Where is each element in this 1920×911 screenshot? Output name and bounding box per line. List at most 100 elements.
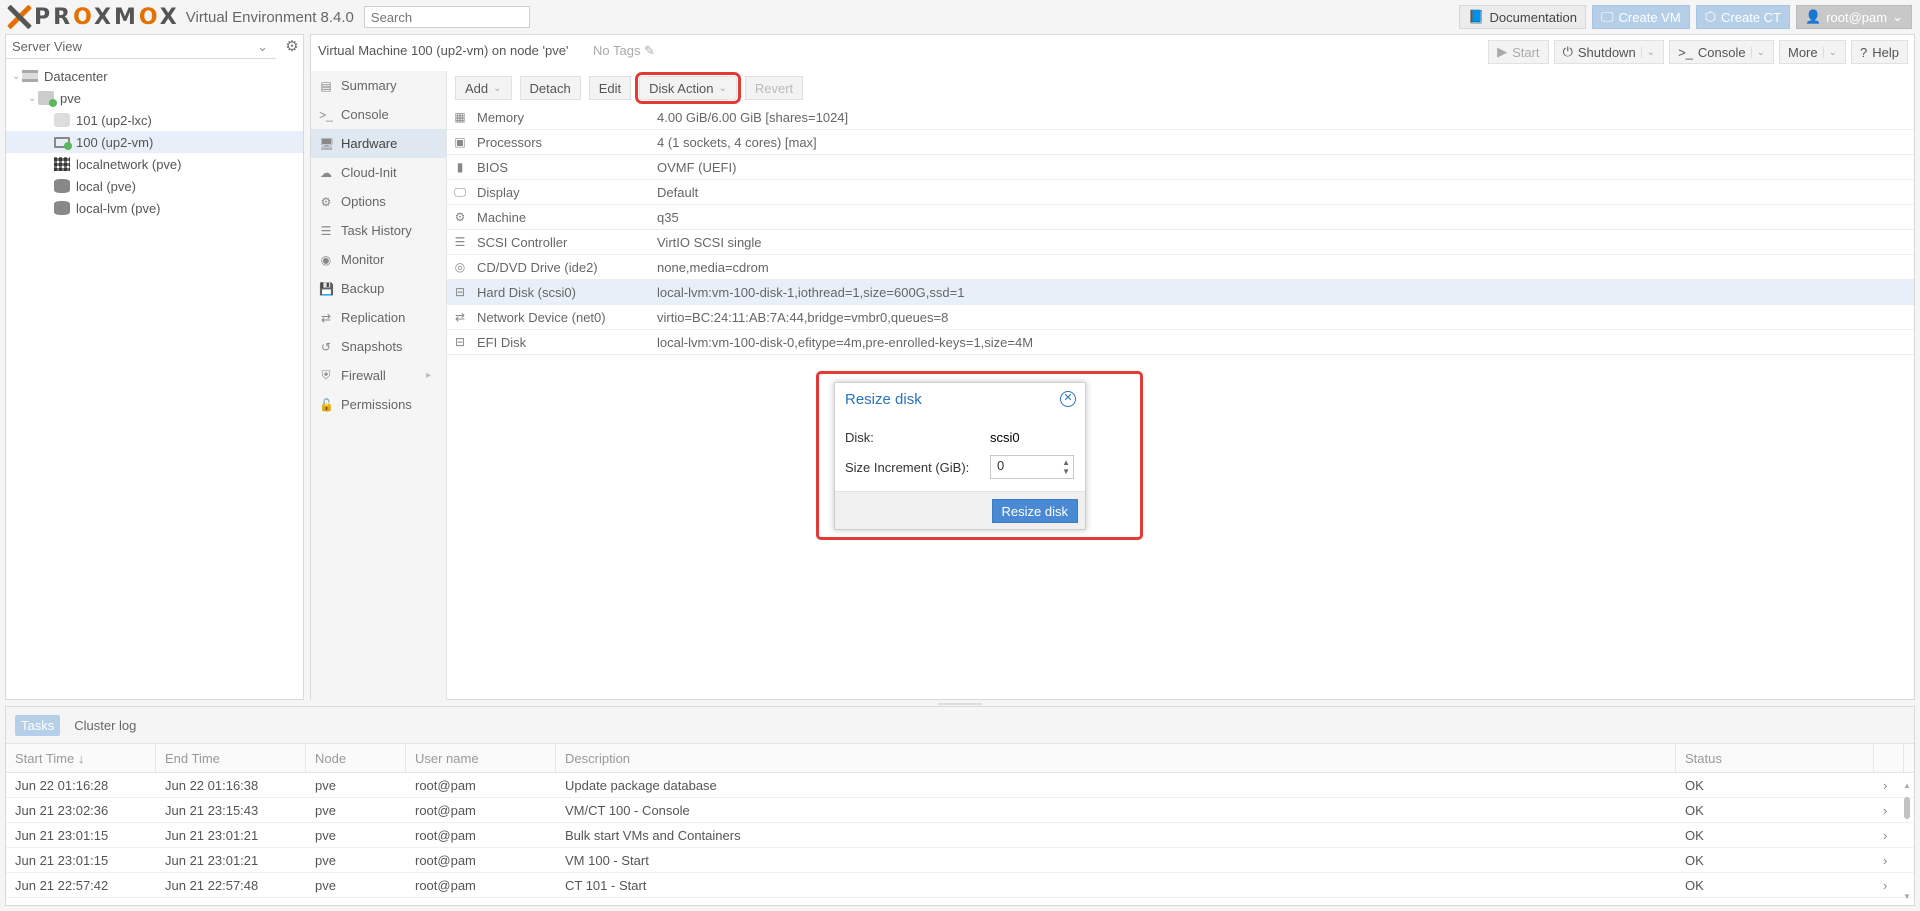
tags-editor[interactable]: No Tags ✎ [593,43,655,59]
column-header-user-name[interactable]: User name [406,743,556,773]
resize-disk-button[interactable]: Resize disk [991,499,1078,523]
hardware-row-bios[interactable]: ▮ BIOS OVMF (UEFI) [447,155,1914,180]
tree-item-storage-local[interactable]: local (pve) [6,175,303,197]
chevron-right-icon[interactable]: › [1874,853,1904,868]
hardware-row-display[interactable]: 🖵 Display Default [447,180,1914,205]
console-button[interactable]: >_ Console ⌄ [1669,40,1774,64]
shutdown-button[interactable]: ⏻ Shutdown ⌄ [1553,40,1665,64]
summary-icon: ▤ [320,78,332,93]
help-button[interactable]: ? Help [1851,40,1908,64]
detach-button[interactable]: Detach [519,76,581,100]
size-increment-field: Size Increment (GiB): 0 ▲ ▼ [845,455,1075,479]
close-icon[interactable]: ✕ [1060,391,1076,407]
tree-item-node-pve[interactable]: ⌄ pve [6,87,303,109]
gear-icon[interactable]: ⚙ [282,37,302,57]
tree-item-vm-100[interactable]: 100 (up2-vm) [6,131,303,153]
edit-button[interactable]: Edit [588,76,632,100]
spinner-icon[interactable]: ▲ ▼ [1062,458,1070,476]
column-header-end-time[interactable]: End Time [156,743,306,773]
tree-item-datacenter[interactable]: ⌄ Datacenter [6,65,303,87]
start-button[interactable]: ▶ Start [1488,40,1549,64]
nav-task-history[interactable]: ☰ Task History [311,216,446,245]
hardware-row-cdrom[interactable]: ◎ CD/DVD Drive (ide2) none,media=cdrom [447,255,1914,280]
create-ct-button[interactable]: ⬡ Create CT [1695,5,1791,29]
nav-console[interactable]: >_ Console [311,100,446,129]
chevron-down-icon: ⌄ [1822,46,1837,58]
tree-item-storage-local-lvm[interactable]: local-lvm (pve) [6,197,303,219]
nav-options[interactable]: ⚙ Options [311,187,446,216]
resource-tree-panel: Server View ⌄ ⚙ ⌄ Datacenter ⌄ pve 101 (… [5,34,304,700]
panel-splitter[interactable] [938,703,982,705]
nav-monitor[interactable]: ◉ Monitor [311,245,446,274]
column-header-status[interactable]: Status [1676,743,1874,773]
cdrom-icon: ◎ [454,260,466,274]
create-vm-button[interactable]: 🖵 Create VM [1592,5,1690,29]
user-menu-button[interactable]: 👤 root@pam ⌄ [1796,5,1912,29]
hardware-row-efi-disk[interactable]: ⊟ EFI Disk local-lvm:vm-100-disk-0,efitype… [447,330,1914,355]
monitor-icon: 🖵 [454,184,466,199]
disk-field: Disk: scsi0 [845,429,1020,445]
table-row[interactable]: Jun 21 23:01:15 Jun 21 23:01:21 pve root@pa… [6,823,1914,848]
search-input[interactable] [363,6,530,28]
hdd-icon: ⊟ [454,285,466,299]
scroll-down-icon[interactable]: ▼ [1902,892,1912,901]
documentation-button[interactable]: 📘 Documentation [1459,5,1586,29]
column-header-node[interactable]: Node [306,743,406,773]
list-icon: ☰ [320,223,332,238]
hardware-row-processors[interactable]: ▣ Processors 4 (1 sockets, 4 cores) [max] [447,130,1914,155]
chevron-down-icon: ⌄ [493,82,502,94]
tree-item-localnetwork[interactable]: localnetwork (pve) [6,153,303,175]
chevron-right-icon[interactable]: › [1874,803,1904,818]
table-row[interactable]: Jun 21 23:01:15 Jun 21 23:01:21 pve root@pa… [6,848,1914,873]
pencil-icon[interactable]: ✎ [644,43,655,58]
chevron-right-icon[interactable]: › [1874,828,1904,843]
memory-icon: ▦ [454,110,466,124]
hardware-row-hard-disk[interactable]: ⊟ Hard Disk (scsi0) local-lvm:vm-100-disk-… [447,280,1914,305]
nav-snapshots[interactable]: ↺ Snapshots [311,332,446,361]
tab-cluster-log[interactable]: Cluster log [68,715,142,736]
chevron-down-icon[interactable]: ⌄ [1750,46,1765,58]
hardware-row-network[interactable]: ⇄ Network Device (net0) virtio=BC:24:11:AB… [447,305,1914,330]
add-button[interactable]: Add ⌄ [455,76,512,100]
scroll-up-icon[interactable]: ▲ [1902,781,1912,790]
nav-replication[interactable]: ⇄ Replication [311,303,446,332]
table-row[interactable]: Jun 21 23:02:36 Jun 21 23:15:43 pve root@pa… [6,798,1914,823]
chevron-right-icon[interactable]: › [1874,778,1904,793]
table-row[interactable]: Jun 22 01:16:28 Jun 22 01:16:38 pve root@pa… [6,773,1914,798]
chevron-right-icon[interactable]: › [1874,878,1904,893]
nav-permissions[interactable]: 🔓 Permissions [311,390,446,419]
cogs-icon: ⚙ [454,210,466,224]
nav-backup[interactable]: 💾 Backup [311,274,446,303]
more-button[interactable]: More ⌄ [1779,40,1847,64]
collapse-icon[interactable]: ⌄ [28,93,38,104]
table-row[interactable]: Jun 21 22:57:42 Jun 21 22:57:48 pve root@pa… [6,873,1914,898]
resource-tree: ⌄ Datacenter ⌄ pve 101 (up2-lxc) 100 (up… [6,65,303,219]
column-header-description[interactable]: Description [556,743,1676,773]
page-title: Virtual Machine 100 (up2-vm) on node 'pv… [318,43,569,58]
scrollbar-thumb[interactable] [1904,797,1910,819]
hardware-row-memory[interactable]: ▦ Memory 4.00 GiB/6.00 GiB [shares=1024] [447,105,1914,130]
cpu-icon: ▣ [454,135,466,149]
nav-cloud-init[interactable]: ☁ Cloud-Init [311,158,446,187]
revert-button[interactable]: Revert [744,76,804,100]
hardware-toolbar: Add ⌄ Detach Edit Disk Action ⌄ Revert [447,71,1914,105]
gear-icon: ⚙ [320,194,332,209]
nav-hardware[interactable]: 🖥 Hardware [311,129,446,158]
hardware-row-machine[interactable]: ⚙ Machine q35 [447,205,1914,230]
vm-content-panel: Virtual Machine 100 (up2-vm) on node 'pv… [310,34,1915,700]
tab-tasks[interactable]: Tasks [15,714,61,736]
tasks-scrollbar[interactable]: ▲ ▼ [1902,777,1912,901]
chevron-down-icon: ⌄ [257,39,268,54]
hardware-row-scsi-controller[interactable]: ☰ SCSI Controller VirtIO SCSI single [447,230,1914,255]
view-selector[interactable]: Server View ⌄ [6,35,276,59]
play-icon: ▶ [1497,44,1508,59]
nav-summary[interactable]: ▤ Summary [311,71,446,100]
column-header-start-time[interactable]: Start Time ↓ [6,743,156,773]
collapse-icon[interactable]: ⌄ [12,71,22,82]
disk-action-button[interactable]: Disk Action ⌄ [635,72,741,104]
size-increment-input[interactable]: 0 ▲ ▼ [990,455,1074,479]
nav-firewall[interactable]: ⛨ Firewall ▸ [311,361,446,390]
tree-item-ct-101[interactable]: 101 (up2-lxc) [6,109,303,131]
chevron-down-icon[interactable]: ⌄ [1640,46,1655,58]
tasks-table-body: Jun 22 01:16:28 Jun 22 01:16:38 pve root@pa… [6,773,1914,898]
